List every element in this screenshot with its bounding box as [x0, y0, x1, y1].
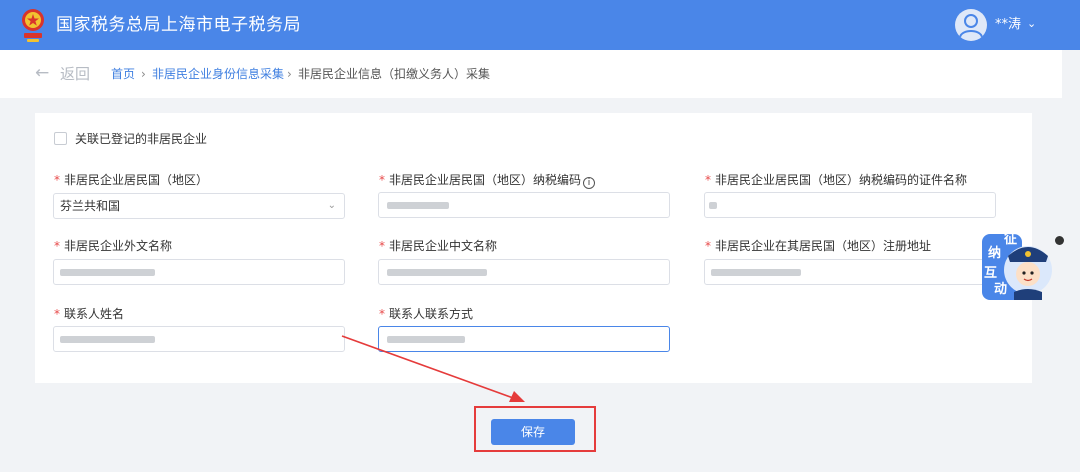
- mascot-char: 征: [1004, 232, 1018, 247]
- close-icon[interactable]: [1055, 236, 1064, 245]
- country-select[interactable]: 芬兰共和国 ⌄: [53, 193, 345, 219]
- redacted-value: [709, 202, 717, 209]
- contact-phone-label: * 联系人联系方式: [379, 307, 474, 321]
- country-value: 芬兰共和国: [60, 199, 121, 213]
- chinese-name-input[interactable]: [378, 259, 670, 285]
- save-button[interactable]: 保存: [491, 419, 575, 445]
- chevron-down-icon[interactable]: ⌄: [1027, 15, 1036, 33]
- chinese-name-label: * 非居民企业中文名称: [379, 239, 498, 253]
- back-arrow-icon[interactable]: ←: [35, 63, 49, 83]
- redacted-value: [387, 336, 465, 343]
- username[interactable]: **涛: [995, 16, 1021, 34]
- tax-number-label: * 非居民企业居民国（地区）纳税编码 i: [379, 172, 596, 189]
- link-registered-checkbox[interactable]: [54, 132, 67, 145]
- breadcrumb-separator: ›: [141, 67, 146, 81]
- breadcrumb-separator: ›: [287, 67, 292, 81]
- info-icon[interactable]: i: [583, 177, 596, 189]
- foreign-name-label: * 非居民企业外文名称: [54, 239, 173, 253]
- tax-emblem-icon: [22, 9, 44, 42]
- page-scrollbar[interactable]: [1062, 50, 1080, 472]
- mascot-char: 互: [984, 266, 998, 281]
- tax-cert-name-input[interactable]: [704, 192, 996, 218]
- user-avatar-icon[interactable]: [955, 9, 987, 41]
- link-registered-label: 关联已登记的非居民企业: [75, 132, 208, 146]
- mascot-char: 动: [994, 282, 1008, 297]
- contact-name-label: * 联系人姓名: [54, 307, 125, 321]
- redacted-value: [387, 269, 487, 276]
- tax-number-input[interactable]: [378, 192, 670, 218]
- top-header: 国家税务总局上海市电子税务局 **涛 ⌄: [0, 0, 1080, 50]
- redacted-value: [60, 336, 155, 343]
- chevron-down-icon: ⌄: [327, 200, 336, 211]
- breadcrumb-current: 非居民企业信息（扣缴义务人）采集: [298, 67, 491, 81]
- contact-name-input[interactable]: [53, 326, 345, 352]
- site-title[interactable]: 国家税务总局上海市电子税务局: [56, 13, 301, 37]
- breadcrumb-home[interactable]: 首页: [111, 66, 135, 82]
- foreign-name-input[interactable]: [53, 259, 345, 285]
- breadcrumb-bar: ← 返回 首页 › 非居民企业身份信息采集 › 非居民企业信息（扣缴义务人）采集: [0, 50, 1062, 98]
- redacted-value: [711, 269, 801, 276]
- redacted-value: [60, 269, 155, 276]
- registered-address-input[interactable]: [704, 259, 996, 285]
- registered-address-label: * 非居民企业在其居民国（地区）注册地址: [705, 239, 932, 253]
- country-label: * 非居民企业居民国（地区）: [54, 173, 209, 187]
- mascot-char: 纳: [988, 246, 1002, 261]
- back-button[interactable]: 返回: [60, 64, 90, 84]
- contact-phone-input[interactable]: [378, 326, 670, 352]
- tax-cert-name-label: * 非居民企业居民国（地区）纳税编码的证件名称: [705, 173, 968, 187]
- breadcrumb-nonresident-info[interactable]: 非居民企业身份信息采集: [152, 66, 284, 82]
- redacted-value: [387, 202, 449, 209]
